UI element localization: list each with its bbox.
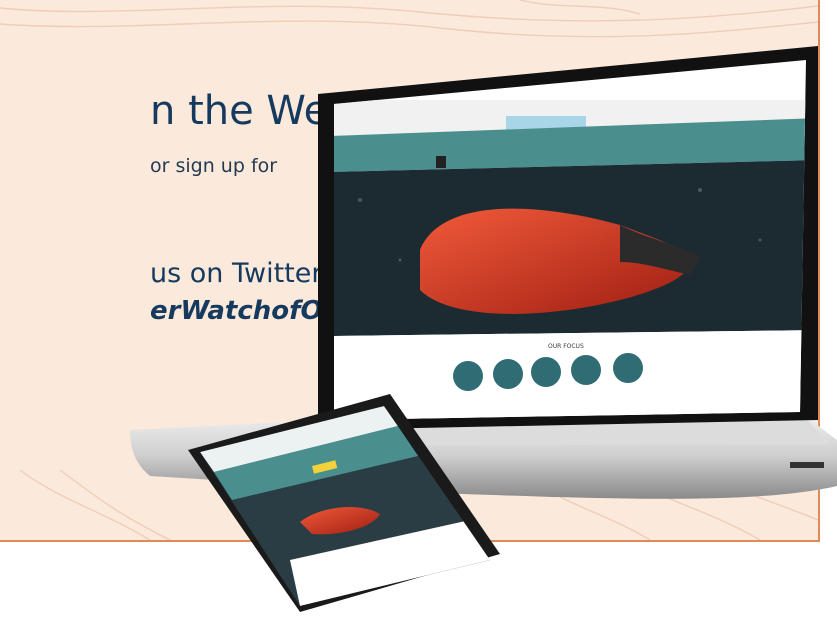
headline: n the Web! [150,88,370,134]
twitter-text: us on Twitter [150,258,323,289]
twitter-handle[interactable]: erWatchofOR [150,296,343,326]
signup-text: or sign up for [150,155,278,177]
promo-panel: n the Web! or sign up for us on Twitter … [0,0,820,542]
topographic-pattern [0,0,818,540]
